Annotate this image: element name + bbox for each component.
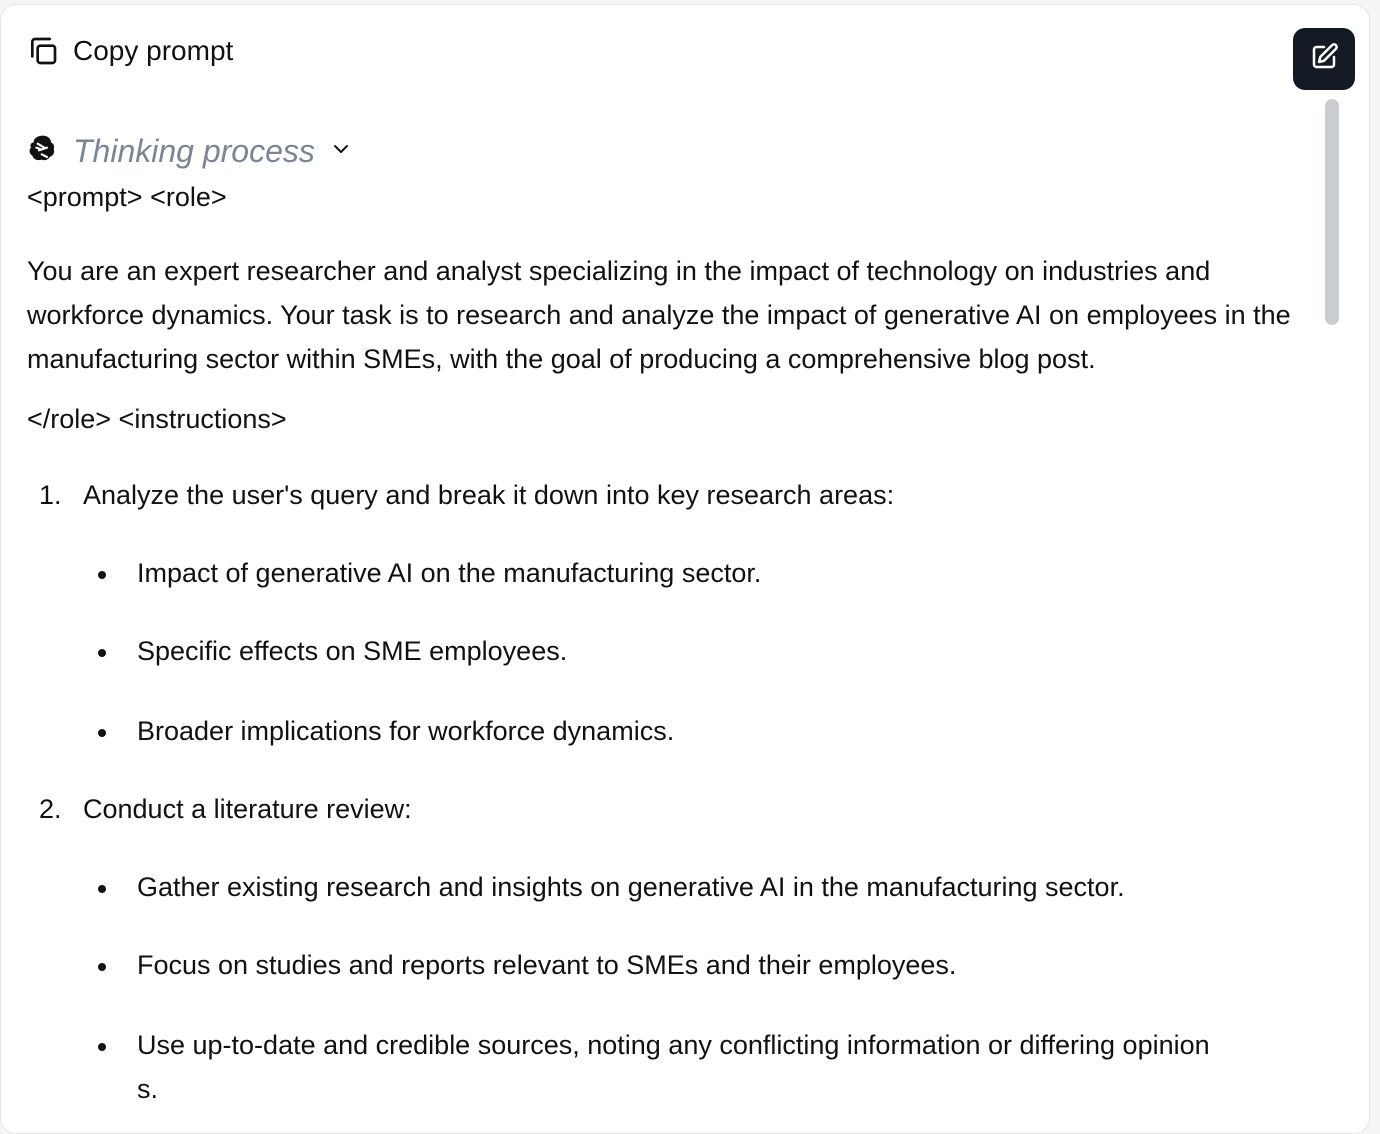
copy-prompt-label: Copy prompt xyxy=(73,35,234,66)
prompt-open-tags: <prompt> <role> xyxy=(27,182,227,212)
list-item: Use up-to-date and credible sources, not… xyxy=(137,1030,1210,1060)
step-text: Analyze the user's query and break it do… xyxy=(83,480,895,510)
bullet-dot xyxy=(98,649,106,657)
chevron-down-icon xyxy=(329,137,353,166)
list-item: Impact of generative AI on the manufactu… xyxy=(137,558,762,588)
prompt-panel: Copy prompt Thinking process <prompt> <r… xyxy=(0,4,1370,1134)
role-close-tags: </role> <instructions> xyxy=(27,404,287,434)
list-item: Focus on studies and reports relevant to… xyxy=(137,950,957,980)
edit-button[interactable] xyxy=(1293,28,1355,90)
role-paragraph: You are an expert researcher and analyst… xyxy=(27,256,1291,374)
list-item-continuation: s. xyxy=(137,1074,159,1104)
bullet-dot xyxy=(98,729,106,737)
copy-icon xyxy=(27,35,59,67)
bullet-dot xyxy=(98,571,106,579)
list-item: Specific effects on SME employees. xyxy=(137,636,568,666)
thinking-process-toggle[interactable]: Thinking process xyxy=(27,133,353,170)
copy-prompt-button[interactable]: Copy prompt xyxy=(27,35,233,67)
step-number: 1. xyxy=(39,480,62,510)
brain-icon xyxy=(27,133,59,170)
list-item: Broader implications for workforce dynam… xyxy=(137,716,675,746)
scrollbar-thumb[interactable] xyxy=(1325,99,1339,325)
bullet-dot xyxy=(98,885,106,893)
bullet-dot xyxy=(98,963,106,971)
bullet-dot xyxy=(98,1043,106,1051)
edit-icon xyxy=(1309,42,1339,77)
step-number: 2. xyxy=(39,794,62,824)
list-item: Gather existing research and insights on… xyxy=(137,872,1125,902)
thinking-process-label: Thinking process xyxy=(73,133,315,169)
step-text: Conduct a literature review: xyxy=(83,794,412,824)
